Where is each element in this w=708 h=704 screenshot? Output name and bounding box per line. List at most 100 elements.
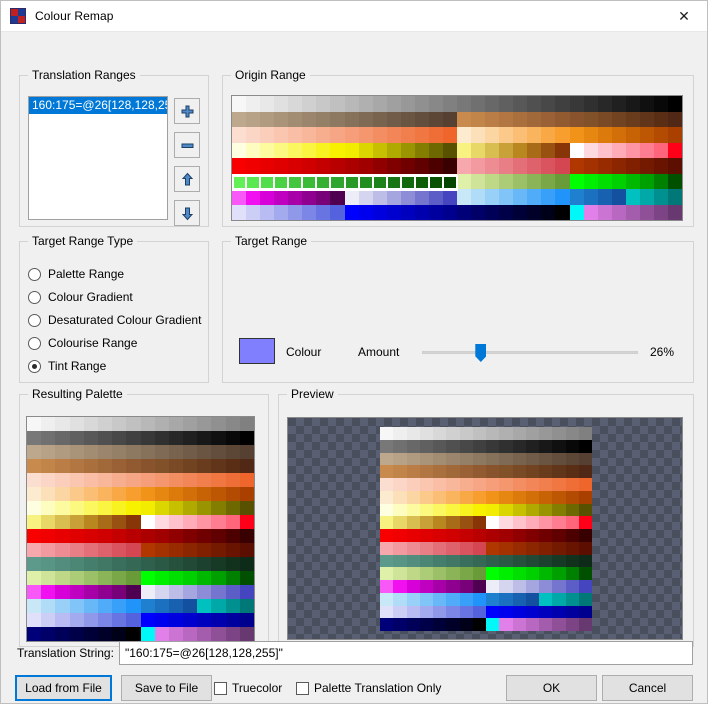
palette-cell[interactable] — [471, 173, 486, 189]
palette-cell[interactable] — [126, 571, 141, 585]
palette-cell[interactable] — [639, 96, 654, 112]
palette-cell[interactable] — [541, 189, 556, 205]
palette-cell[interactable] — [555, 127, 570, 143]
palette-cell[interactable] — [260, 111, 275, 127]
palette-cell[interactable] — [274, 96, 289, 112]
palette-cell[interactable] — [239, 599, 254, 613]
palette-cell[interactable] — [400, 189, 415, 205]
palette-cell[interactable] — [83, 571, 98, 585]
palette-cell[interactable] — [211, 585, 226, 599]
palette-cell[interactable] — [457, 111, 472, 127]
palette-cell[interactable] — [372, 127, 387, 143]
palette-cell[interactable] — [583, 142, 598, 158]
palette-cell[interactable] — [246, 142, 261, 158]
palette-cell[interactable] — [27, 543, 42, 557]
palette-cell[interactable] — [55, 501, 70, 515]
palette-cell[interactable] — [197, 585, 212, 599]
close-icon[interactable]: ✕ — [661, 1, 707, 31]
palette-cell[interactable] — [112, 571, 127, 585]
palette-cell[interactable] — [428, 127, 443, 143]
palette-cell[interactable] — [83, 445, 98, 459]
palette-cell[interactable] — [27, 417, 42, 431]
palette-cell[interactable] — [211, 543, 226, 557]
palette-cell[interactable] — [55, 543, 70, 557]
palette-cell[interactable] — [154, 599, 169, 613]
palette-cell[interactable] — [69, 445, 84, 459]
palette-cell[interactable] — [97, 417, 113, 431]
palette-cell[interactable] — [330, 204, 345, 220]
palette-cell[interactable] — [97, 571, 113, 585]
palette-cell[interactable] — [555, 173, 570, 189]
palette-cell[interactable] — [386, 173, 401, 189]
palette-cell[interactable] — [428, 96, 443, 112]
palette-cell[interactable] — [183, 417, 198, 431]
palette-cell[interactable] — [97, 473, 113, 487]
palette-cell[interactable] — [274, 111, 289, 127]
palette-cell[interactable] — [541, 127, 556, 143]
palette-cell[interactable] — [442, 189, 457, 205]
palette-cell[interactable] — [27, 585, 42, 599]
palette-cell[interactable] — [597, 142, 612, 158]
palette-cell[interactable] — [140, 543, 155, 557]
palette-cell[interactable] — [372, 111, 387, 127]
palette-cell[interactable] — [55, 515, 70, 529]
palette-cell[interactable] — [625, 142, 640, 158]
palette-cell[interactable] — [154, 473, 169, 487]
palette-cell[interactable] — [97, 431, 113, 445]
palette-cell[interactable] — [527, 173, 542, 189]
palette-cell[interactable] — [197, 529, 212, 543]
palette-cell[interactable] — [471, 96, 486, 112]
palette-cell[interactable] — [55, 571, 70, 585]
palette-cell[interactable] — [639, 189, 654, 205]
palette-cell[interactable] — [183, 487, 198, 501]
palette-cell[interactable] — [239, 585, 254, 599]
palette-cell[interactable] — [211, 431, 226, 445]
palette-cell[interactable] — [414, 96, 429, 112]
palette-cell[interactable] — [69, 529, 84, 543]
palette-cell[interactable] — [358, 142, 373, 158]
palette-cell[interactable] — [611, 127, 626, 143]
palette-cell[interactable] — [344, 204, 359, 220]
palette-cell[interactable] — [414, 111, 429, 127]
palette-cell[interactable] — [527, 127, 542, 143]
palette-cell[interactable] — [140, 571, 155, 585]
palette-cell[interactable] — [442, 96, 457, 112]
palette-cell[interactable] — [27, 459, 42, 473]
palette-cell[interactable] — [372, 189, 387, 205]
palette-cell[interactable] — [569, 189, 584, 205]
palette-cell[interactable] — [55, 417, 70, 431]
palette-cell[interactable] — [442, 127, 457, 143]
palette-cell[interactable] — [583, 189, 598, 205]
palette-cell[interactable] — [667, 127, 682, 143]
palette-cell[interactable] — [344, 189, 359, 205]
palette-cell[interactable] — [69, 459, 84, 473]
palette-cell[interactable] — [55, 585, 70, 599]
palette-cell[interactable] — [653, 127, 668, 143]
palette-cell[interactable] — [41, 473, 56, 487]
palette-cell[interactable] — [653, 204, 668, 220]
palette-cell[interactable] — [667, 111, 682, 127]
palette-cell[interactable] — [513, 96, 528, 112]
palette-cell[interactable] — [457, 127, 472, 143]
palette-cell[interactable] — [485, 158, 500, 174]
palette-cell[interactable] — [197, 431, 212, 445]
palette-cell[interactable] — [239, 431, 254, 445]
palette-cell[interactable] — [27, 557, 42, 571]
palette-cell[interactable] — [239, 417, 254, 431]
palette-cell[interactable] — [485, 127, 500, 143]
palette-cell[interactable] — [555, 158, 570, 174]
palette-cell[interactable] — [499, 142, 514, 158]
palette-cell[interactable] — [330, 96, 345, 112]
palette-cell[interactable] — [239, 515, 254, 529]
palette-cell[interactable] — [41, 571, 56, 585]
palette-cell[interactable] — [126, 473, 141, 487]
palette-cell[interactable] — [112, 459, 127, 473]
palette-cell[interactable] — [197, 613, 212, 627]
palette-cell[interactable] — [246, 204, 261, 220]
palette-cell[interactable] — [225, 501, 240, 515]
palette-cell[interactable] — [597, 111, 612, 127]
palette-cell[interactable] — [583, 204, 598, 220]
palette-cell[interactable] — [625, 111, 640, 127]
palette-cell[interactable] — [414, 142, 429, 158]
palette-cell[interactable] — [274, 142, 289, 158]
